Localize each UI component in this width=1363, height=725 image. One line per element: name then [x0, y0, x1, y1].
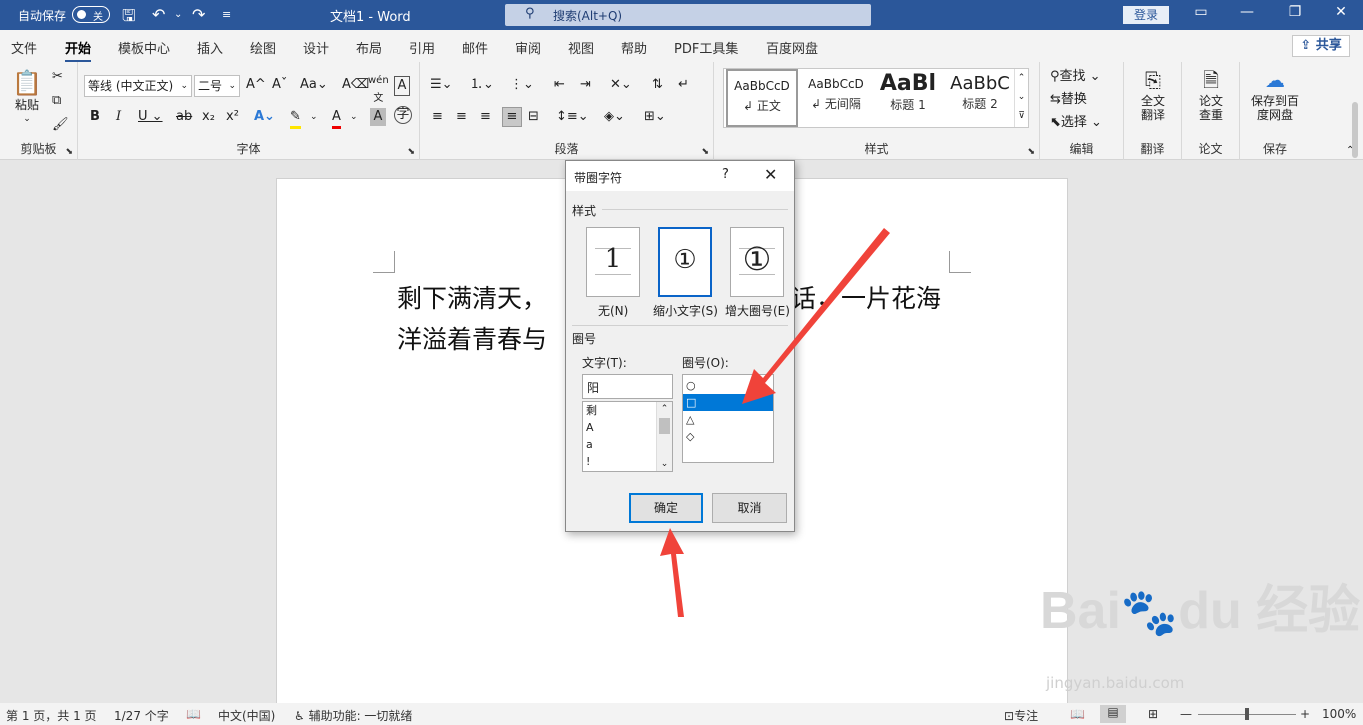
arrow-to-circle-list [742, 228, 890, 404]
arrow-to-ok-button [660, 528, 684, 617]
annotation-arrows [660, 228, 890, 617]
